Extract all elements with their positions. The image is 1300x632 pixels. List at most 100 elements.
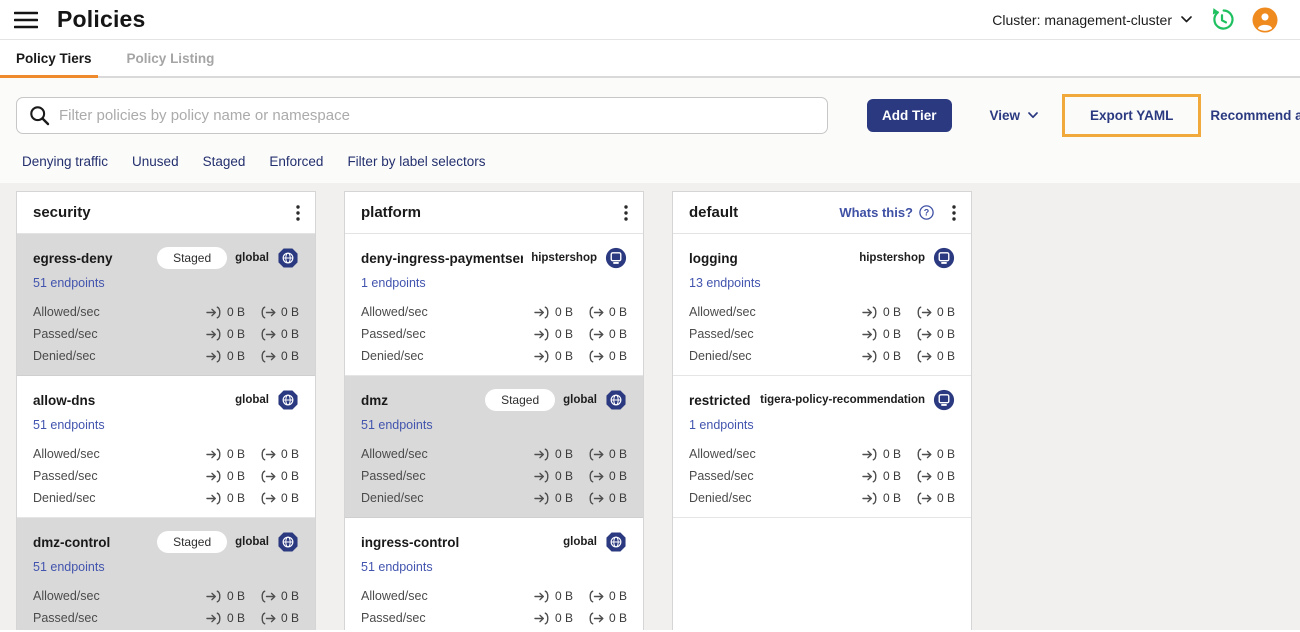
endpoints-link[interactable]: 51 endpoints (33, 276, 105, 290)
policy-search-box[interactable] (16, 96, 828, 134)
policy-stat-row: Allowed/sec 0 B 0 B (33, 301, 299, 323)
ingress-arrow-icon (862, 492, 877, 504)
endpoints-link[interactable]: 1 endpoints (689, 418, 754, 432)
stat-label: Denied/sec (689, 491, 752, 505)
global-scope-icon (277, 531, 299, 553)
policy-stat-row: Allowed/sec 0 B 0 B (361, 585, 627, 607)
search-input[interactable] (59, 106, 817, 124)
namespace-scope-icon (605, 247, 627, 269)
filter-by-label-selectors[interactable]: Filter by label selectors (347, 154, 485, 169)
filter-unused[interactable]: Unused (132, 154, 179, 169)
ingress-arrow-icon (206, 492, 221, 504)
egress-value: 0 B (280, 447, 299, 461)
tier-name: security (33, 204, 91, 221)
policy-card[interactable]: allow-dns global 51 endpoints Allowed/se… (17, 376, 315, 518)
egress-value: 0 B (936, 447, 955, 461)
staged-badge: Staged (157, 531, 228, 553)
egress-value: 0 B (280, 349, 299, 363)
ingress-value: 0 B (882, 491, 901, 505)
recommend-policy-button[interactable]: Recommend a Policy (1210, 108, 1300, 123)
stat-label: Allowed/sec (361, 447, 428, 461)
policy-stat-row: Allowed/sec 0 B 0 B (689, 301, 955, 323)
svg-text:?: ? (924, 208, 930, 218)
tier-cards: deny-ingress-paymentservi… hipstershop 1… (345, 234, 643, 630)
policy-name: logging (689, 250, 738, 266)
policy-stat-row: Allowed/sec 0 B 0 B (689, 443, 955, 465)
tab-policy-tiers[interactable]: Policy Tiers (16, 51, 92, 66)
policy-card[interactable]: egress-deny Staged global 51 endpoints A… (17, 234, 315, 376)
policy-stat-row: Denied/sec 0 B (33, 345, 299, 367)
ingress-value: 0 B (554, 589, 573, 603)
global-scope-icon (277, 389, 299, 411)
egress-value: 0 B (936, 491, 955, 505)
stat-label: Passed/sec (33, 327, 98, 341)
egress-arrow-icon (917, 470, 932, 482)
policy-card[interactable]: dmz-control Staged global 51 endpoints A… (17, 518, 315, 630)
ingress-arrow-icon (206, 590, 221, 602)
staged-badge: Staged (157, 247, 228, 269)
policy-stats: Allowed/sec 0 B (689, 301, 955, 367)
stat-label: Allowed/sec (689, 305, 756, 319)
policy-stat-row: Denied/sec 0 B (361, 629, 627, 630)
stat-label: Passed/sec (689, 327, 754, 341)
add-tier-button[interactable]: Add Tier (867, 98, 952, 132)
ingress-value: 0 B (226, 447, 245, 461)
kebab-menu-icon[interactable] (947, 204, 961, 221)
tier-name: platform (361, 204, 421, 221)
kebab-menu-icon[interactable] (291, 204, 305, 221)
menu-icon[interactable] (14, 11, 38, 29)
user-avatar-icon[interactable] (1252, 6, 1278, 33)
filter-staged[interactable]: Staged (203, 154, 246, 169)
ingress-value: 0 B (554, 469, 573, 483)
stat-label: Passed/sec (361, 469, 426, 483)
ingress-arrow-icon (534, 306, 549, 318)
cluster-selector[interactable]: Cluster: management-cluster (992, 12, 1192, 28)
endpoints-link[interactable]: 51 endpoints (33, 560, 105, 574)
egress-arrow-icon (261, 328, 276, 340)
history-restore-icon[interactable] (1209, 7, 1235, 33)
filter-enforced[interactable]: Enforced (269, 154, 323, 169)
egress-value: 0 B (608, 491, 627, 505)
help-circle-icon: ? (919, 205, 934, 220)
whats-this-link[interactable]: Whats this? ? (839, 205, 934, 220)
endpoints-link[interactable]: 13 endpoints (689, 276, 761, 290)
policy-name: restricted (689, 392, 751, 408)
egress-arrow-icon (917, 350, 932, 362)
policy-card[interactable]: logging hipstershop 13 endpoints Allowed… (673, 234, 971, 376)
stat-label: Passed/sec (689, 469, 754, 483)
endpoints-link[interactable]: 51 endpoints (361, 560, 433, 574)
policy-stat-row: Denied/sec 0 B (33, 629, 299, 630)
egress-value: 0 B (608, 447, 627, 461)
egress-value: 0 B (608, 589, 627, 603)
policy-name: dmz-control (33, 534, 111, 550)
stat-label: Denied/sec (689, 349, 752, 363)
chevron-down-icon (1028, 111, 1038, 118)
policy-card[interactable]: restricted tigera-policy-recommendation … (673, 376, 971, 518)
policy-card[interactable]: ingress-control global 51 endpoints Allo… (345, 518, 643, 630)
view-dropdown[interactable]: View (990, 108, 1039, 123)
kebab-menu-icon[interactable] (619, 204, 633, 221)
policy-name: dmz (361, 392, 388, 408)
app-header: Policies Cluster: management-cluster (0, 0, 1300, 40)
ingress-value: 0 B (554, 491, 573, 505)
egress-value: 0 B (936, 349, 955, 363)
tab-policy-listing[interactable]: Policy Listing (127, 51, 215, 66)
policy-card[interactable]: dmz Staged global 51 endpoints Allowed/s… (345, 376, 643, 518)
policy-card[interactable]: deny-ingress-paymentservi… hipstershop 1… (345, 234, 643, 376)
ingress-value: 0 B (882, 447, 901, 461)
stat-label: Allowed/sec (361, 305, 428, 319)
tier-column: default Whats this? ? logging hipstersho… (672, 191, 972, 630)
endpoints-link[interactable]: 1 endpoints (361, 276, 426, 290)
toolbar-section: Add Tier View Export YAML Recommend a Po… (0, 78, 1300, 183)
endpoints-link[interactable]: 51 endpoints (361, 418, 433, 432)
endpoints-link[interactable]: 51 endpoints (33, 418, 105, 432)
egress-arrow-icon (261, 448, 276, 460)
tier-header: platform (345, 192, 643, 234)
egress-arrow-icon (261, 612, 276, 624)
policy-stat-row: Passed/sec 0 B 0 B (689, 323, 955, 345)
export-yaml-button[interactable]: Export YAML (1065, 97, 1198, 134)
ingress-value: 0 B (226, 611, 245, 625)
namespace-scope-icon (933, 389, 955, 411)
tier-header: security (17, 192, 315, 234)
filter-denying-traffic[interactable]: Denying traffic (22, 154, 108, 169)
